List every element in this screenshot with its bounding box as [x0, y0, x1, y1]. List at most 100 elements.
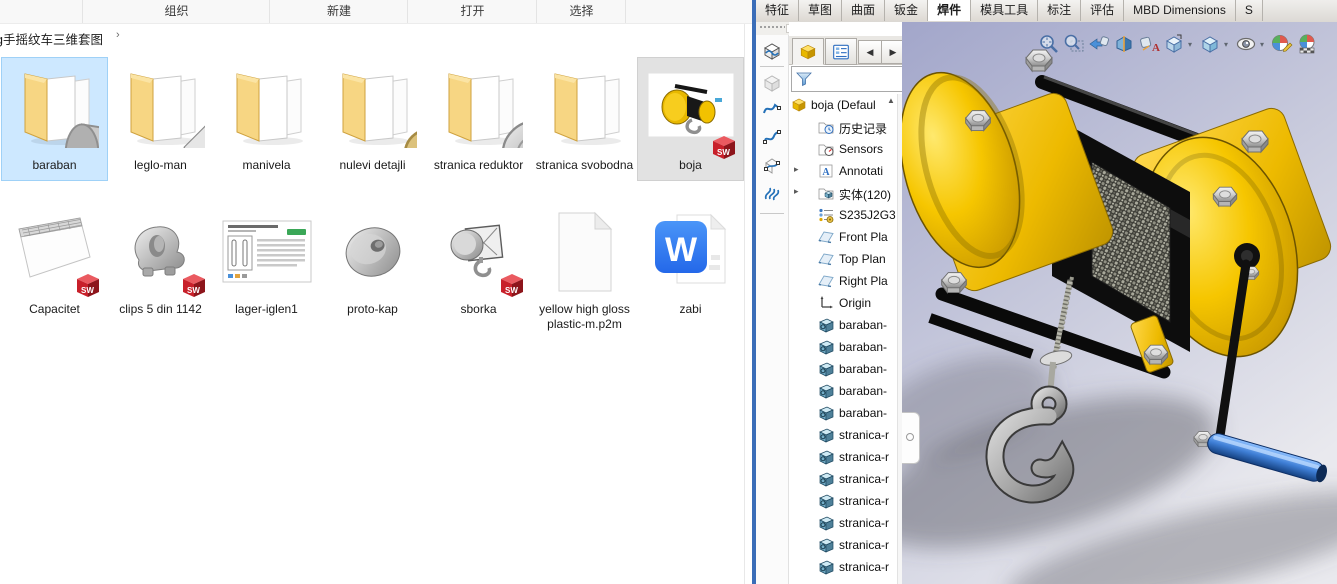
feature-tree: boja (Defaul 历史记录 Sensors ▸ Annotati ▸ 实… — [789, 94, 897, 578]
tree-item-right-pla[interactable]: Right Pla — [789, 270, 897, 292]
part-icon — [791, 97, 807, 113]
breadcrumb[interactable]: g手摇纹车三维套图 › — [0, 24, 752, 50]
tree-item-annotati[interactable]: ▸ Annotati — [789, 160, 897, 182]
command-select[interactable]: 选择 — [536, 0, 626, 23]
tree-filter-field[interactable] — [791, 66, 904, 92]
tree-item-icon — [818, 493, 834, 509]
webpage-thumbnail — [222, 220, 311, 283]
file-sborka[interactable]: sborka — [426, 202, 531, 324]
tree-item-baraban-[interactable]: baraban- — [789, 358, 897, 380]
file-proto-kap[interactable]: proto-kap — [320, 202, 425, 324]
tree-item-stranica-r[interactable]: stranica-r — [789, 512, 897, 534]
tree-item-s235j2g3[interactable]: S235J2G3 — [789, 204, 897, 226]
tab-草图[interactable]: 草图 — [799, 0, 843, 21]
item-icon — [214, 204, 319, 300]
file-boja[interactable]: boja — [637, 57, 744, 181]
zoom-to-fit-icon[interactable] — [1038, 33, 1060, 55]
tree-item-icon — [818, 185, 834, 201]
tree-item-origin[interactable]: Origin — [789, 292, 897, 314]
view-orientation-caret-icon[interactable]: ▾ — [1188, 40, 1196, 49]
tab-模具工具[interactable]: 模具工具 — [971, 0, 1039, 21]
tree-item-top-plan[interactable]: Top Plan — [789, 248, 897, 270]
curve-icon[interactable] — [762, 183, 782, 203]
file-lager-iglen1[interactable]: lager-iglen1 — [214, 202, 319, 324]
feature-tree-root[interactable]: boja (Defaul — [789, 94, 897, 116]
tree-item-baraban-[interactable]: baraban- — [789, 380, 897, 402]
tree-item-stranica-r[interactable]: stranica-r — [789, 468, 897, 490]
tree-item-stranica-r[interactable]: stranica-r — [789, 490, 897, 512]
tree-item-实体-120-[interactable]: ▸ 实体(120) — [789, 182, 897, 204]
tab-mbd-dimensions[interactable]: MBD Dimensions — [1124, 0, 1236, 21]
hex-bolt — [1212, 186, 1238, 207]
expand-arrow-icon[interactable]: ▸ — [794, 186, 802, 197]
display-style-caret-icon[interactable]: ▾ — [1224, 40, 1232, 49]
3d-sketch-icon[interactable] — [762, 155, 782, 175]
folder-nulevi-detajli[interactable]: nulevi detajli — [320, 58, 425, 180]
hex-bolt — [1143, 344, 1169, 365]
display-style-icon[interactable] — [1199, 33, 1221, 55]
solidworks-badge-icon — [498, 273, 525, 298]
tree-item-stranica-r[interactable]: stranica-r — [789, 446, 897, 468]
expand-arrow-icon[interactable]: ▸ — [794, 164, 802, 175]
hide-show-caret-icon[interactable]: ▾ — [1260, 40, 1268, 49]
tab-钣金[interactable]: 钣金 — [885, 0, 929, 21]
zoom-to-area-icon[interactable] — [1063, 33, 1085, 55]
tree-item-历史记录[interactable]: 历史记录 — [789, 116, 897, 138]
section-view-icon[interactable] — [1113, 33, 1135, 55]
view-orientation-icon[interactable] — [1163, 33, 1185, 55]
explorer-scrollbar-track[interactable] — [744, 24, 745, 584]
panel-splitter-handle[interactable] — [902, 412, 920, 464]
tab-标注[interactable]: 标注 — [1038, 0, 1082, 21]
tree-item-icon — [818, 295, 834, 311]
file-clips-5-din-1142[interactable]: clips 5 din 1142 — [108, 202, 213, 324]
drag-handle-icon[interactable] — [759, 25, 785, 30]
folder-leglo-man[interactable]: leglo-man — [108, 58, 213, 180]
tab-特征[interactable]: 特征 — [756, 0, 800, 21]
tree-item-label: baraban- — [839, 406, 888, 420]
tree-item-baraban-[interactable]: baraban- — [789, 402, 897, 424]
annotation-visibility-icon[interactable]: A — [1138, 33, 1160, 55]
tree-scroll-up-icon[interactable]: ▲ — [887, 96, 895, 105]
folder-baraban[interactable]: baraban — [1, 57, 108, 181]
tab-property-manager[interactable] — [825, 38, 857, 65]
breadcrumb-folder[interactable]: g手摇纹车三维套图 — [0, 29, 103, 48]
tree-item-baraban-[interactable]: baraban- — [789, 314, 897, 336]
tree-item-front-pla[interactable]: Front Pla — [789, 226, 897, 248]
command-open[interactable]: 打开 — [407, 0, 537, 23]
folder-manivela[interactable]: manivela — [214, 58, 319, 180]
item-label: proto-kap — [347, 302, 398, 316]
item-icon: W — [638, 204, 743, 300]
breadcrumb-chevron-icon[interactable]: › — [116, 29, 120, 41]
tab-s[interactable]: S — [1235, 0, 1263, 21]
tab-曲面[interactable]: 曲面 — [842, 0, 886, 21]
tree-pane-left-button[interactable]: ◀ — [858, 40, 882, 64]
tree-root-label: boja (Defaul — [811, 98, 876, 112]
tree-item-stranica-r[interactable]: stranica-r — [789, 424, 897, 446]
tree-item-label: 实体(120) — [839, 188, 892, 202]
folder-stranica-reduktor[interactable]: stranica reduktor — [426, 58, 531, 180]
tree-item-stranica-r[interactable]: stranica-r — [789, 534, 897, 556]
file-zabi[interactable]: W zabi — [638, 202, 743, 324]
previous-view-icon[interactable] — [1088, 33, 1110, 55]
tab-feature-manager[interactable] — [792, 38, 824, 65]
item-icon — [532, 204, 637, 300]
body-disabled-icon[interactable] — [762, 73, 782, 93]
apply-scene-icon[interactable] — [1296, 33, 1318, 55]
sketch-icon[interactable] — [762, 99, 782, 119]
weldment-part-icon[interactable] — [762, 41, 782, 61]
command-new[interactable]: 新建 — [269, 0, 408, 23]
folder-stranica-svobodna[interactable]: stranica svobodna — [532, 58, 637, 180]
tree-item-sensors[interactable]: Sensors — [789, 138, 897, 160]
tab-评估[interactable]: 评估 — [1081, 0, 1125, 21]
edit-appearance-icon[interactable] — [1271, 33, 1293, 55]
tab-焊件[interactable]: 焊件 — [928, 0, 972, 21]
command-organize[interactable]: 组织 — [82, 0, 270, 23]
file-capacitet[interactable]: Capacitet — [2, 202, 107, 324]
hide-show-items-icon[interactable] — [1235, 33, 1257, 55]
spline-icon[interactable] — [762, 127, 782, 147]
tree-item-stranica-r[interactable]: stranica-r — [789, 556, 897, 578]
tree-item-baraban-[interactable]: baraban- — [789, 336, 897, 358]
file-yellow-high-gloss-plastic-m-p2m[interactable]: yellow high gloss plastic-m.p2m — [532, 202, 637, 331]
item-label: baraban — [32, 158, 77, 172]
3d-viewport[interactable] — [902, 22, 1337, 584]
